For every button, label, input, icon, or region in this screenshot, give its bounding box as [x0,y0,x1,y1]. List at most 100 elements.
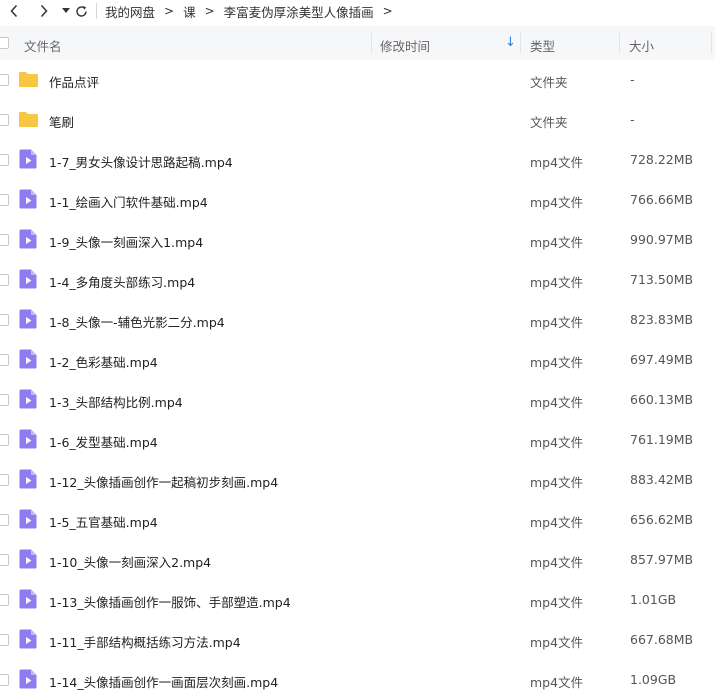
file-size: 667.68MB [630,632,694,647]
file-size: 713.50MB [630,272,694,287]
file-name[interactable]: 1-14_头像插画创作一画面层次刻画.mp4 [49,672,278,691]
column-divider[interactable] [711,33,712,53]
row-checkbox[interactable] [0,74,9,86]
row-checkbox[interactable] [0,114,9,126]
video-file-icon [19,429,37,449]
breadcrumb-folder[interactable]: 课 [183,2,196,21]
video-file-icon [19,229,37,249]
file-size: 1.01GB [630,592,677,607]
file-name[interactable]: 1-5_五官基础.mp4 [49,512,158,531]
row-checkbox[interactable] [0,674,9,686]
row-checkbox[interactable] [0,594,9,606]
file-row[interactable]: 1-9_头像一刻画深入1.mp4 mp4文件 990.97MB [0,220,715,260]
file-row[interactable]: 作品点评 文件夹 - [0,60,715,100]
row-checkbox[interactable] [0,634,9,646]
file-row[interactable]: 1-8_头像一-辅色光影二分.mp4 mp4文件 823.83MB [0,300,715,340]
row-checkbox[interactable] [0,234,9,246]
file-name[interactable]: 1-11_手部结构概括练习方法.mp4 [49,632,241,651]
file-name[interactable]: 1-13_头像插画创作一服饰、手部塑造.mp4 [49,592,291,611]
file-size: 857.97MB [630,552,694,567]
refresh-icon [75,5,87,17]
column-divider[interactable] [371,33,372,53]
row-checkbox[interactable] [0,314,9,326]
caret-down-icon [62,8,70,13]
column-header-name[interactable]: 文件名 [24,36,62,55]
file-name[interactable]: 1-7_男女头像设计思路起稿.mp4 [49,152,233,171]
file-name[interactable]: 1-8_头像一-辅色光影二分.mp4 [49,312,225,331]
file-name[interactable]: 1-4_多角度头部练习.mp4 [49,272,195,291]
file-type: 文件夹 [530,75,568,90]
column-header-type[interactable]: 类型 [530,36,555,55]
row-checkbox[interactable] [0,474,9,486]
file-list: 作品点评 文件夹 - 笔刷 文件夹 -1-7_男女头像设计思路起稿.mp4 mp4文件 728… [0,60,715,699]
row-checkbox[interactable] [0,154,9,166]
file-name[interactable]: 1-3_头部结构比例.mp4 [49,392,183,411]
row-checkbox[interactable] [0,394,9,406]
file-row[interactable]: 1-6_发型基础.mp4 mp4文件 761.19MB [0,420,715,460]
file-type: mp4文件 [530,195,584,210]
select-all-checkbox[interactable] [0,37,9,49]
file-name[interactable]: 1-10_头像一刻画深入2.mp4 [49,552,211,571]
forward-button[interactable] [32,1,56,21]
file-type: mp4文件 [530,155,584,170]
file-size: - [630,112,635,127]
row-checkbox[interactable] [0,194,9,206]
video-file-icon [19,589,37,609]
file-list-header: 文件名 修改时间 ↓ 类型 大小 [0,26,715,60]
file-type: mp4文件 [530,515,584,530]
history-dropdown-button[interactable] [60,1,72,21]
refresh-button[interactable] [72,1,90,21]
back-button[interactable] [2,1,26,21]
file-type: 文件夹 [530,115,568,130]
video-file-icon [19,669,37,689]
file-name[interactable]: 1-12_头像插画创作一起稿初步刻画.mp4 [49,472,278,491]
file-name[interactable]: 1-6_发型基础.mp4 [49,432,158,451]
file-type: mp4文件 [530,475,584,490]
file-row[interactable]: 1-14_头像插画创作一画面层次刻画.mp4 mp4文件 1.09GB [0,660,715,699]
file-row[interactable]: 1-11_手部结构概括练习方法.mp4 mp4文件 667.68MB [0,620,715,660]
row-checkbox[interactable] [0,554,9,566]
column-divider[interactable] [520,33,521,53]
file-type: mp4文件 [530,595,584,610]
column-header-modified[interactable]: 修改时间 [380,36,430,55]
file-type: mp4文件 [530,675,584,690]
file-size: 697.49MB [630,352,694,367]
file-row[interactable]: 1-12_头像插画创作一起稿初步刻画.mp4 mp4文件 883.42MB [0,460,715,500]
file-type: mp4文件 [530,275,584,290]
video-file-icon [19,309,37,329]
breadcrumb-current[interactable]: 李富麦伪厚涂美型人像插画 [224,2,374,21]
file-row[interactable]: 1-13_头像插画创作一服饰、手部塑造.mp4 mp4文件 1.01GB [0,580,715,620]
chevron-left-icon [10,4,18,18]
row-checkbox[interactable] [0,354,9,366]
file-type: mp4文件 [530,315,584,330]
video-file-icon [19,389,37,409]
file-name[interactable]: 1-9_头像一刻画深入1.mp4 [49,232,203,251]
video-file-icon [19,269,37,289]
file-name[interactable]: 笔刷 [49,112,74,131]
navigation-bar: 我的网盘 > 课 > 李富麦伪厚涂美型人像插画 > [0,0,715,22]
column-header-size[interactable]: 大小 [629,36,654,55]
file-row[interactable]: 1-10_头像一刻画深入2.mp4 mp4文件 857.97MB [0,540,715,580]
file-row[interactable]: 1-5_五官基础.mp4 mp4文件 656.62MB [0,500,715,540]
breadcrumb-root[interactable]: 我的网盘 [105,2,155,21]
file-row[interactable]: 1-4_多角度头部练习.mp4 mp4文件 713.50MB [0,260,715,300]
video-file-icon [19,149,37,169]
file-size: 728.22MB [630,152,694,167]
file-size: 990.97MB [630,232,694,247]
file-name[interactable]: 1-1_绘画入门软件基础.mp4 [49,192,208,211]
file-row[interactable]: 1-2_色彩基础.mp4 mp4文件 697.49MB [0,340,715,380]
file-row[interactable]: 1-7_男女头像设计思路起稿.mp4 mp4文件 728.22MB [0,140,715,180]
file-type: mp4文件 [530,355,584,370]
breadcrumb-separator-icon: > [382,4,393,18]
column-divider[interactable] [619,33,620,53]
file-row[interactable]: 1-1_绘画入门软件基础.mp4 mp4文件 766.66MB [0,180,715,220]
video-file-icon [19,629,37,649]
file-row[interactable]: 1-3_头部结构比例.mp4 mp4文件 660.13MB [0,380,715,420]
file-type: mp4文件 [530,395,584,410]
file-name[interactable]: 作品点评 [49,72,99,91]
row-checkbox[interactable] [0,434,9,446]
row-checkbox[interactable] [0,514,9,526]
file-name[interactable]: 1-2_色彩基础.mp4 [49,352,158,371]
file-row[interactable]: 笔刷 文件夹 - [0,100,715,140]
row-checkbox[interactable] [0,274,9,286]
